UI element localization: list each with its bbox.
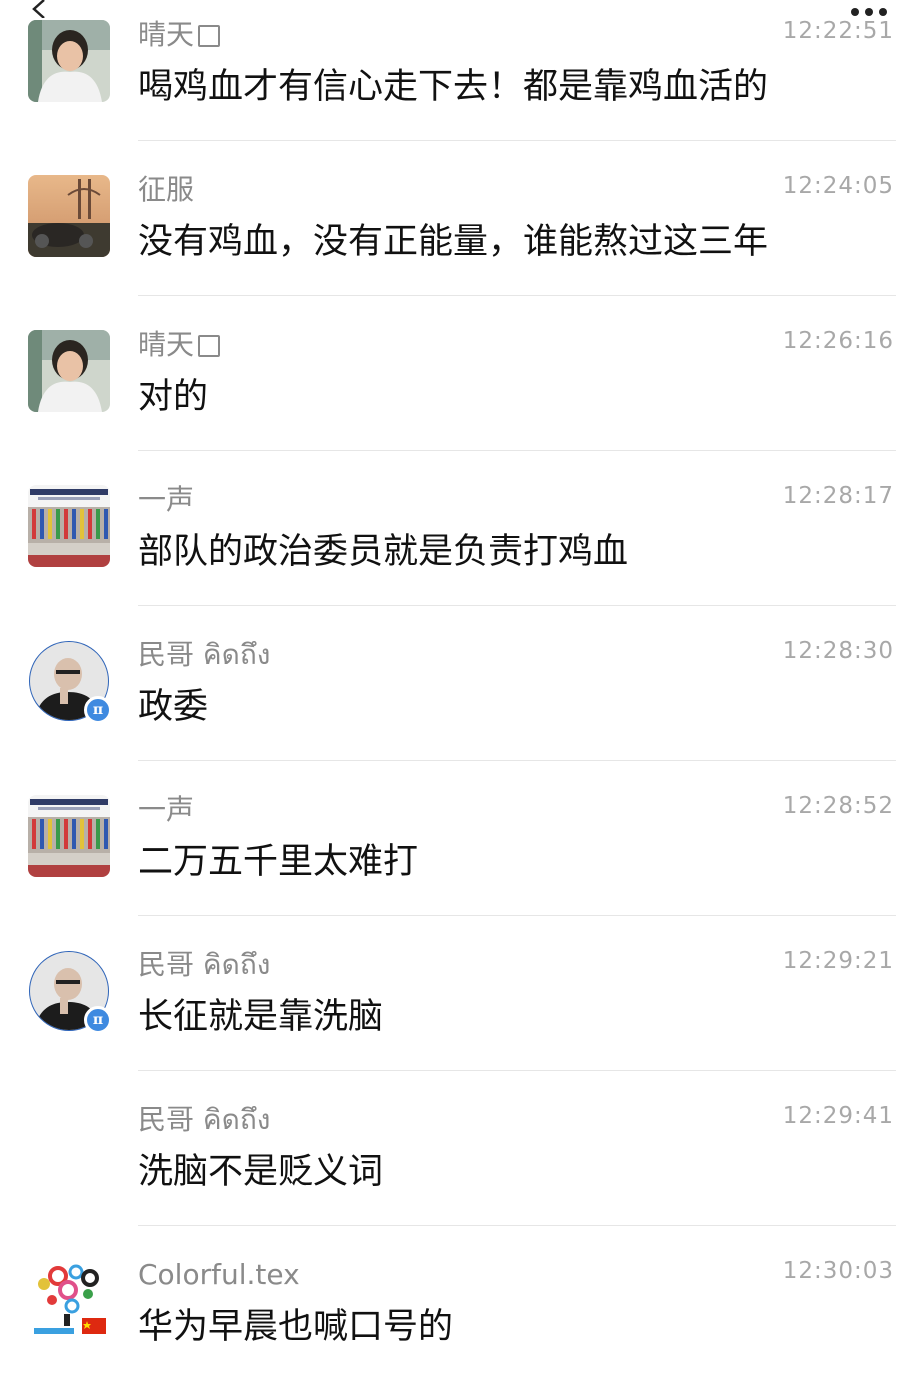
message-row[interactable]: 晴天 12:22:51 喝鸡血才有信心走下去！都是靠鸡血活的 — [0, 0, 916, 155]
sender-name: Colorful.tex — [138, 1258, 300, 1291]
divider — [138, 1070, 896, 1071]
message-text: 政委 — [138, 687, 209, 727]
message-text: 部队的政治委员就是负责打鸡血 — [138, 532, 629, 572]
message-time: 12:29:41 — [782, 1103, 894, 1129]
message-text: 洗脑不是贬义词 — [138, 1152, 384, 1192]
divider — [138, 760, 896, 761]
divider — [138, 450, 896, 451]
divider — [138, 915, 896, 916]
sender-name: 民哥 คิดถึง — [138, 948, 271, 981]
message-time: 12:22:51 — [782, 18, 894, 44]
sender-name: 一声 — [138, 483, 195, 516]
message-text: 对的 — [138, 377, 209, 417]
message-time: 12:24:05 — [782, 173, 894, 199]
message-text: 喝鸡血才有信心走下去！都是靠鸡血活的 — [138, 67, 769, 107]
message-text: 长征就是靠洗脑 — [138, 997, 384, 1037]
message-row[interactable]: 一声 12:28:52 二万五千里太难打 — [0, 775, 916, 930]
message-row[interactable]: Colorful.tex 12:30:03 华为早晨也喊口号的 — [0, 1240, 916, 1395]
avatar-woman[interactable] — [28, 20, 110, 102]
sender-name: 民哥 คิดถึง — [138, 1103, 271, 1136]
message-row[interactable]: 征服 12:24:05 没有鸡血，没有正能量，谁能熬过这三年 — [0, 155, 916, 310]
chat-message-list: 晴天 12:22:51 喝鸡血才有信心走下去！都是靠鸡血活的 征服 12:24:… — [0, 0, 916, 1360]
message-row[interactable]: 一声 12:28:17 部队的政治委员就是负责打鸡血 — [0, 465, 916, 620]
sender-tag-icon — [198, 25, 221, 47]
sender-name: 晴天 — [138, 328, 221, 362]
avatar-woman[interactable] — [28, 330, 110, 412]
message-time: 12:26:16 — [782, 328, 894, 354]
avatar-summit[interactable] — [28, 485, 110, 567]
avatar-man[interactable]: π — [28, 640, 112, 724]
divider — [138, 140, 896, 141]
verified-badge-icon: π — [84, 1006, 112, 1034]
message-text: 没有鸡血，没有正能量，谁能熬过这三年 — [138, 222, 769, 262]
message-time: 12:29:21 — [782, 948, 894, 974]
message-row[interactable]: π 民哥 คิดถึง 12:29:21 长征就是靠洗脑 — [0, 930, 916, 1085]
verified-badge-icon: π — [84, 696, 112, 724]
divider — [138, 295, 896, 296]
avatar-landscape[interactable] — [28, 175, 110, 257]
sender-name: 一声 — [138, 793, 195, 826]
avatar-colorful[interactable] — [28, 1260, 110, 1342]
message-time: 12:30:03 — [782, 1258, 894, 1284]
message-time: 12:28:30 — [782, 638, 894, 664]
message-time: 12:28:17 — [782, 483, 894, 509]
message-row[interactable]: π 民哥 คิดถึง 12:28:30 政委 — [0, 620, 916, 775]
sender-tag-icon — [198, 335, 221, 357]
avatar-summit[interactable] — [28, 795, 110, 877]
sender-name: 民哥 คิดถึง — [138, 638, 271, 671]
sender-name: 晴天 — [138, 18, 221, 52]
avatar-man[interactable]: π — [28, 950, 112, 1034]
message-row[interactable]: 晴天 12:26:16 对的 — [0, 310, 916, 465]
message-time: 12:28:52 — [782, 793, 894, 819]
sender-name: 征服 — [138, 173, 195, 206]
message-text: 华为早晨也喊口号的 — [138, 1307, 454, 1347]
divider — [138, 1225, 896, 1226]
message-row[interactable]: 民哥 คิดถึง 12:29:41 洗脑不是贬义词 — [0, 1085, 916, 1240]
divider — [138, 605, 896, 606]
message-text: 二万五千里太难打 — [138, 842, 419, 882]
